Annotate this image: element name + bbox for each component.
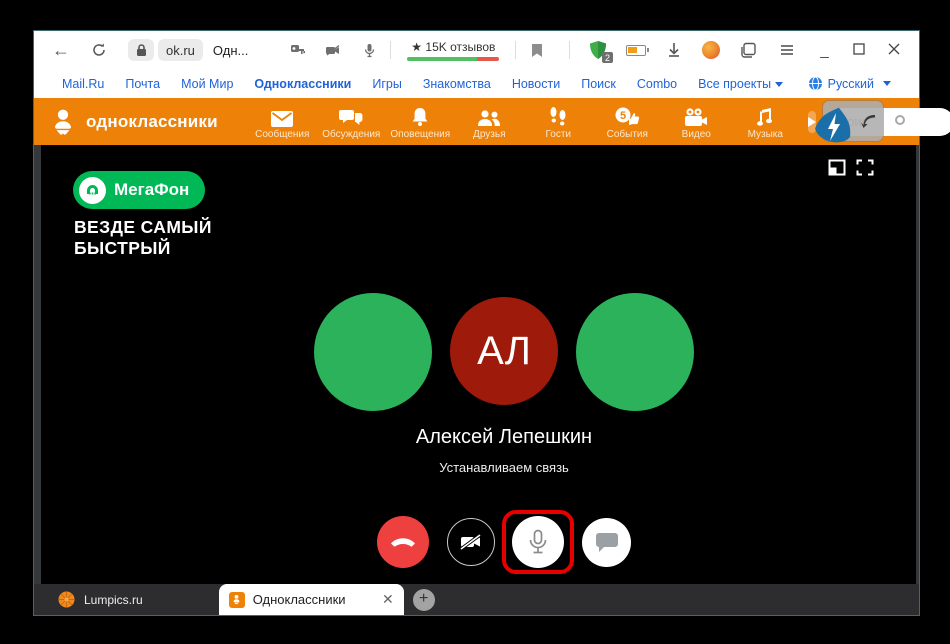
taskbar-site-label: Lumpics.ru (84, 593, 143, 607)
battery-saver-icon[interactable] (626, 45, 646, 56)
portal-link-dating[interactable]: Знакомства (423, 77, 491, 91)
tab-title: Одноклассники (253, 592, 374, 607)
back-icon[interactable]: ← (50, 39, 72, 61)
nav-video[interactable]: Видео (662, 103, 731, 140)
search-icon (895, 115, 905, 125)
active-tab[interactable]: Одноклассники ✕ (219, 584, 404, 615)
nav-guests[interactable]: Гости (524, 103, 593, 140)
reviews-count: 15K отзывов (425, 40, 495, 54)
reviews-rating-bar (407, 57, 499, 61)
language-label: Русский (828, 77, 874, 91)
caller-info: Алексей Лепешкин Устанавливаем связь (324, 426, 684, 475)
ok-header: одноклассники Сообщения Обсуждения Опове… (34, 98, 919, 145)
ok-favicon (229, 592, 245, 608)
ok-logo[interactable]: одноклассники (48, 107, 218, 137)
portal-link-news[interactable]: Новости (512, 77, 560, 91)
chat-bubbles-icon (339, 107, 363, 127)
two-people-icon (477, 107, 501, 127)
chevron-down-icon (883, 81, 891, 86)
ok-nav: Сообщения Обсуждения Оповещения Друзья (248, 103, 800, 140)
camera-blocked-icon[interactable] (322, 39, 344, 61)
caller-name: Алексей Лепешкин (324, 426, 684, 449)
hangup-button[interactable] (377, 516, 429, 568)
screenshot-tool-overlay[interactable] (823, 101, 883, 141)
music-note-icon (757, 107, 773, 127)
site-reviews-widget[interactable]: ★ 15K отзывов (407, 40, 499, 61)
portal-link-games[interactable]: Игры (372, 77, 401, 91)
megafon-icon (79, 177, 106, 204)
camera-toggle-button[interactable] (447, 518, 495, 566)
microphone-icon (528, 529, 548, 555)
close-button[interactable] (885, 42, 903, 59)
participant-avatar (314, 293, 432, 411)
portal-links-bar: Mail.Ru Почта Мой Мир Одноклассники Игры… (34, 69, 919, 98)
lumpics-orange-icon (58, 591, 75, 608)
call-status: Устанавливаем связь (324, 460, 684, 475)
caller-avatar-initials: АЛ (450, 297, 558, 405)
ok-person-icon (48, 107, 78, 137)
maximize-button[interactable] (850, 42, 868, 59)
microphone-toggle-button[interactable] (512, 516, 564, 568)
bookmark-icon[interactable] (526, 39, 548, 61)
extension-ball-icon[interactable] (702, 41, 720, 59)
nav-events[interactable]: 5 5 События (593, 103, 662, 140)
download-icon[interactable] (663, 39, 685, 61)
fullscreen-button[interactable] (856, 159, 874, 181)
menu-icon[interactable] (776, 39, 798, 61)
movie-camera-icon (684, 107, 708, 127)
password-key-icon[interactable] (286, 39, 308, 61)
events-badge-icon: 5 5 (614, 107, 640, 127)
portal-link-mail[interactable]: Почта (125, 77, 160, 91)
picture-in-picture-button[interactable] (828, 159, 846, 181)
portal-link-all-projects[interactable]: Все проекты (698, 77, 783, 91)
chevron-down-icon (775, 82, 783, 87)
language-selector[interactable]: Русский (808, 76, 891, 91)
ok-brand-text: одноклассники (86, 112, 218, 132)
megafon-brand-text: МегаФон (114, 180, 189, 200)
refresh-icon[interactable] (88, 39, 110, 61)
hangup-phone-icon (389, 536, 417, 549)
camera-off-icon (459, 532, 483, 552)
participant-avatar (576, 293, 694, 411)
megafon-ad-logo[interactable]: МегаФон (73, 171, 205, 209)
url-host[interactable]: ok.ru (158, 39, 203, 61)
nav-friends[interactable]: Друзья (455, 103, 524, 140)
minimize-button[interactable]: _ (815, 42, 833, 59)
bell-icon (411, 107, 429, 127)
globe-icon (808, 76, 823, 91)
browser-toolbar: ← ok.ru Одн... ★ 15K отзывов (34, 31, 919, 69)
chat-bubble-icon (595, 532, 619, 553)
adblock-shield-icon[interactable]: 2 (589, 40, 609, 60)
chat-button[interactable] (582, 518, 631, 567)
star-icon: ★ (411, 40, 422, 54)
nav-messages[interactable]: Сообщения (248, 103, 317, 140)
lightning-shield-icon (814, 105, 854, 149)
nav-notifications[interactable]: Оповещения (386, 103, 455, 140)
portal-link-odnoklassniki[interactable]: Одноклассники (254, 77, 351, 91)
ad-slogan: ВЕЗДЕ САМЫЙ БЫСТРЫЙ (74, 217, 212, 259)
page-title: Одн... (213, 43, 248, 58)
footprints-icon (549, 107, 567, 127)
bottom-tab-bar: Lumpics.ru Одноклассники ✕ + (34, 584, 919, 615)
svg-text:5: 5 (620, 110, 626, 122)
tab-close-icon[interactable]: ✕ (382, 591, 394, 608)
nav-music[interactable]: Музыка (731, 103, 800, 140)
nav-discussions[interactable]: Обсуждения (317, 103, 386, 140)
portal-link-combo[interactable]: Combo (637, 77, 677, 91)
ssl-lock-icon[interactable] (128, 39, 154, 61)
page-background: МегаФон ВЕЗДЕ САМЫЙ БЫСТРЫЙ АЛ Алексей Л… (34, 145, 919, 584)
portal-link-mailru[interactable]: Mail.Ru (62, 77, 104, 91)
mic-permission-icon[interactable] (358, 39, 380, 61)
video-call-modal: МегаФон ВЕЗДЕ САМЫЙ БЫСТРЫЙ АЛ Алексей Л… (41, 145, 916, 584)
portal-link-moymir[interactable]: Мой Мир (181, 77, 233, 91)
portal-link-search[interactable]: Поиск (581, 77, 616, 91)
shield-badge: 2 (602, 52, 613, 63)
new-tab-button[interactable]: + (413, 589, 435, 611)
curved-arrow-icon (861, 113, 877, 129)
tabs-panel-icon[interactable] (737, 39, 759, 61)
browser-window: ← ok.ru Одн... ★ 15K отзывов (33, 30, 920, 616)
envelope-icon (271, 107, 293, 127)
